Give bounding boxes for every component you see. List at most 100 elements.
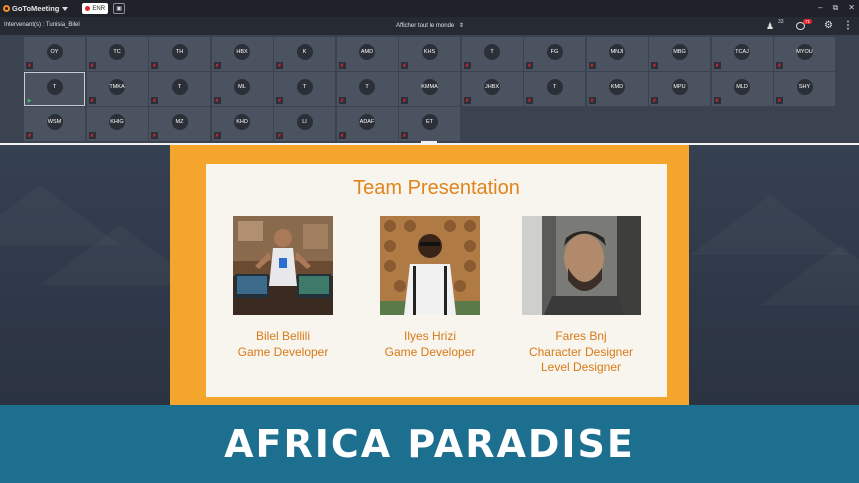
participant-tile[interactable]: KHS ✘ (399, 37, 460, 71)
participant-avatar: SHY (796, 79, 813, 95)
participant-tile[interactable]: MYOU ✘ (774, 37, 835, 71)
microphone-muted-icon: ✘ (526, 62, 533, 69)
participant-tile[interactable]: K ✘ (274, 37, 335, 71)
banner-title: AFRICA PARADISE (224, 422, 635, 466)
updown-chevron-icon: ⇕ (458, 23, 464, 29)
microphone-muted-icon: ✘ (776, 97, 783, 104)
participant-tile[interactable]: HBX ✘ (211, 37, 273, 71)
participant-tile[interactable]: MNJI ✘ (586, 37, 648, 71)
member-card-3: Fares Bnj Character Designer Level Desig… (491, 329, 671, 376)
participant-avatar: MYOU (796, 44, 813, 60)
participant-tile[interactable]: T ✘ (461, 37, 523, 71)
restore-icon[interactable]: ⧉ (833, 3, 839, 13)
participant-tile[interactable]: KHIG ✘ (86, 107, 148, 141)
participant-tile[interactable]: AMD ✘ (336, 37, 398, 71)
more-options-icon[interactable]: ⋮ (843, 20, 853, 31)
title-bar: GoToMeeting ENR ▣ – ⧉ ✕ (0, 0, 859, 17)
participant-grid: OY ✘ TC ✘ TH ✘ HBX ✘ K ✘ AMD ✘ KHS ✘ T ✘ FG ✘ MNJI ✘ MBG ✘ TCA… (0, 35, 859, 143)
microphone-muted-icon: ✘ (713, 62, 721, 69)
member-photo-1-image (233, 216, 333, 315)
microphone-muted-icon: ✘ (151, 97, 158, 104)
participant-tile[interactable]: SHY ✘ (774, 72, 835, 106)
slide-card: Team Presentation Bilel Bellili Game Dev… (206, 164, 667, 397)
attendees-button[interactable]: ♟ 33 (766, 19, 786, 31)
microphone-muted-icon: ✘ (276, 62, 283, 69)
minimize-icon[interactable]: – (818, 3, 822, 13)
participant-tile[interactable]: KHD ✘ (211, 107, 273, 141)
view-selector-label: Afficher tout le monde (396, 23, 455, 29)
participant-tile[interactable]: T ✘ (149, 72, 210, 106)
microphone-muted-icon: ✘ (463, 62, 471, 69)
title-banner: AFRICA PARADISE (0, 405, 859, 483)
chevron-down-icon (62, 6, 69, 11)
participant-tile[interactable]: OY ✘ (24, 37, 85, 71)
microphone-muted-icon: ✘ (151, 62, 158, 69)
microphone-muted-icon: ✘ (401, 132, 408, 139)
view-selector[interactable]: Afficher tout le monde ⇕ (396, 22, 464, 29)
participant-tile[interactable]: MZ ✘ (149, 107, 210, 141)
participant-tile[interactable]: MPU ✘ (649, 72, 710, 106)
microphone-muted-icon: ✘ (651, 97, 658, 104)
participant-avatar: T (46, 79, 63, 95)
app-menu[interactable]: GoToMeeting (3, 4, 69, 13)
participant-tile[interactable]: FG ✘ (524, 37, 585, 71)
gotomeeting-logo-icon (3, 5, 10, 12)
participant-tile[interactable]: T ✘ (274, 72, 335, 106)
participant-tile[interactable]: TH ✘ (149, 37, 210, 71)
participant-tile[interactable]: TCAJ ✘ (711, 37, 773, 71)
lock-button[interactable]: ▣ (113, 3, 126, 14)
presentation-slide: Team Presentation Bilel Bellili Game Dev… (170, 145, 689, 405)
participant-avatar: FG (546, 44, 563, 60)
lock-icon: ▣ (116, 6, 122, 12)
participant-avatar: AMD (359, 44, 375, 60)
participant-avatar: KHIG (109, 114, 125, 130)
participant-tile[interactable]: T ▶ (24, 72, 85, 106)
participant-avatar: WSM (46, 114, 63, 130)
participant-avatar: TMKA (109, 79, 125, 95)
participant-tile[interactable]: ML ✘ (211, 72, 273, 106)
participant-avatar: ML (234, 79, 250, 95)
chat-button[interactable]: 71 (796, 19, 814, 31)
participant-avatar: T (171, 79, 188, 95)
participant-avatar: MLD (734, 79, 750, 95)
participant-tile[interactable]: TC ✘ (86, 37, 148, 71)
microphone-muted-icon: ✘ (88, 62, 96, 69)
participant-avatar: ADAF (359, 114, 375, 130)
participant-tile[interactable]: TMKA ✘ (86, 72, 148, 106)
microphone-muted-icon: ✘ (213, 62, 221, 69)
member-role-3b: Level Designer (540, 360, 622, 374)
participant-tile[interactable]: ET ✘ (399, 107, 460, 141)
participant-tile[interactable]: MBG ✘ (649, 37, 710, 71)
participant-avatar: LI (296, 114, 313, 130)
member-photo-3-image (522, 216, 641, 315)
participant-tile[interactable]: T ✘ (524, 72, 585, 106)
participant-tile[interactable]: KMMA ✘ (399, 72, 460, 106)
close-icon[interactable]: ✕ (848, 3, 855, 13)
microphone-muted-icon: ✘ (776, 62, 783, 69)
microphone-muted-icon: ✘ (651, 62, 658, 69)
participant-avatar: K (296, 44, 313, 60)
participant-tile[interactable]: WSM ✘ (24, 107, 85, 141)
microphone-muted-icon: ✘ (338, 62, 346, 69)
participant-tile[interactable]: ADAF ✘ (336, 107, 398, 141)
recording-button[interactable]: ENR (82, 3, 109, 14)
participant-avatar: MPU (671, 79, 688, 95)
participant-avatar: T (359, 79, 375, 95)
participant-avatar: TCAJ (734, 44, 750, 60)
microphone-muted-icon: ✘ (463, 97, 471, 104)
participant-tile[interactable]: KMD ✘ (586, 72, 648, 106)
gotomeeting-window: GoToMeeting ENR ▣ – ⧉ ✕ Intervenant(s) :… (0, 0, 859, 483)
window-controls: – ⧉ ✕ (818, 3, 855, 13)
gear-icon[interactable]: ⚙ (824, 20, 833, 31)
participant-avatar: KHD (234, 114, 250, 130)
participant-avatar: KHS (421, 44, 438, 60)
participant-tile[interactable]: JHBX ✘ (461, 72, 523, 106)
microphone-muted-icon: ✘ (588, 97, 596, 104)
participant-avatar: TH (171, 44, 188, 60)
microphone-muted-icon: ✘ (401, 62, 408, 69)
divider-handle[interactable] (421, 141, 437, 144)
participant-tile[interactable]: LI ✘ (274, 107, 335, 141)
participant-avatar: TC (109, 44, 125, 60)
participant-tile[interactable]: MLD ✘ (711, 72, 773, 106)
participant-tile[interactable]: T ✘ (336, 72, 398, 106)
